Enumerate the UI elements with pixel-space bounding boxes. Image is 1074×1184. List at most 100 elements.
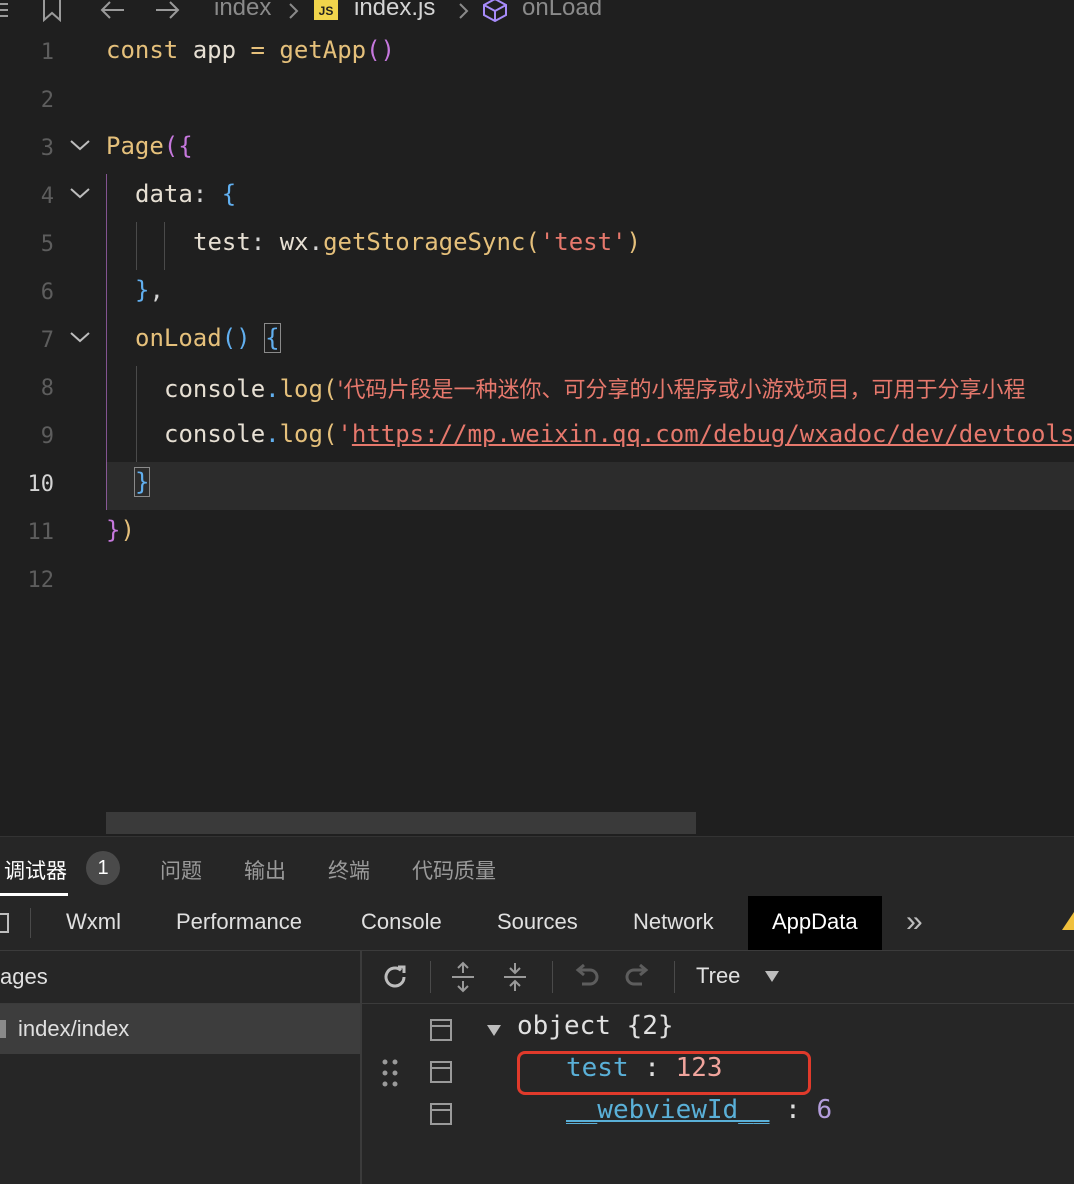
refresh-icon[interactable] bbox=[382, 964, 408, 990]
tab-output[interactable]: 输出 bbox=[244, 855, 286, 885]
line-number: 12 bbox=[27, 568, 55, 593]
tab-console[interactable]: Console bbox=[361, 896, 442, 950]
appdata-toolbar: Tree bbox=[362, 951, 1074, 1004]
tab-performance[interactable]: Performance bbox=[176, 896, 302, 950]
tree-key: __webviewId__ bbox=[566, 1095, 770, 1125]
tree-value[interactable]: 6 bbox=[816, 1095, 832, 1125]
tab-network[interactable]: Network bbox=[633, 896, 714, 950]
line-number: 3 bbox=[40, 136, 54, 161]
breadcrumb-file[interactable]: index.js bbox=[354, 0, 435, 22]
line-number: 4 bbox=[40, 184, 54, 209]
divider bbox=[552, 961, 553, 993]
fold-chevron-icon[interactable] bbox=[68, 134, 92, 158]
code-line: 11 }) bbox=[0, 510, 1074, 558]
warning-icon[interactable] bbox=[1062, 910, 1074, 932]
line-number: 6 bbox=[40, 280, 54, 305]
code-text: onLoad() { bbox=[135, 323, 281, 353]
tab-appdata[interactable]: AppData bbox=[748, 896, 882, 950]
expand-all-icon[interactable] bbox=[450, 961, 476, 993]
tab-terminal[interactable]: 终端 bbox=[328, 855, 370, 885]
url-link[interactable]: https://mp.weixin.qq.com/debug/wxadoc/de… bbox=[352, 420, 1074, 448]
line-number: 5 bbox=[40, 232, 54, 257]
expand-triangle-icon[interactable] bbox=[486, 1023, 502, 1037]
code-editor[interactable]: 1 const app = getApp() 2 3 Page({ 4 data… bbox=[0, 24, 1074, 836]
code-line: 7 onLoad() { bbox=[0, 318, 1074, 366]
page-icon bbox=[0, 1020, 6, 1038]
tree-entry: __webviewId__ : 6 bbox=[566, 1095, 833, 1125]
pages-header-label: ages bbox=[0, 964, 48, 989]
dropdown-arrow-icon[interactable] bbox=[764, 969, 780, 983]
code-line: 2 bbox=[0, 78, 1074, 126]
back-arrow-icon[interactable] bbox=[98, 0, 126, 20]
highlight-annotation-box bbox=[517, 1051, 811, 1095]
code-line: 10 } bbox=[0, 462, 1074, 510]
line-number: 9 bbox=[40, 424, 54, 449]
divider bbox=[30, 908, 31, 938]
code-line: 9 console.log('https://mp.weixin.qq.com/… bbox=[0, 414, 1074, 462]
code-text: test: wx.getStorageSync('test') bbox=[193, 228, 641, 256]
more-tabs-icon[interactable]: » bbox=[906, 896, 923, 950]
page-item-label: index/index bbox=[18, 1016, 130, 1041]
tab-problems[interactable]: 问题 bbox=[160, 855, 202, 885]
code-text: console.log('代码片段是一种迷你、可分享的小程序或小游戏项目，可用于… bbox=[164, 375, 1026, 403]
code-text: Page({ bbox=[106, 132, 193, 160]
panel-tabbar: 调试器 1 问题 输出 终端 代码质量 bbox=[0, 836, 1074, 897]
tree-row[interactable]: __webviewId__ : 6 bbox=[362, 1093, 1074, 1135]
debugger-count-badge: 1 bbox=[86, 851, 120, 885]
inspect-icon[interactable] bbox=[0, 910, 10, 936]
code-line: 1 const app = getApp() bbox=[0, 30, 1074, 78]
root-label: object {2} bbox=[517, 1011, 674, 1041]
line-number: 2 bbox=[40, 88, 54, 113]
code-text: data: { bbox=[135, 180, 237, 208]
code-line: 8 console.log('代码片段是一种迷你、可分享的小程序或小游戏项目，可… bbox=[0, 366, 1074, 414]
tree-row-root[interactable]: object {2} bbox=[362, 1009, 1074, 1051]
undo-icon[interactable] bbox=[572, 964, 600, 990]
code-line: 3 Page({ bbox=[0, 126, 1074, 174]
code-text: } bbox=[133, 467, 151, 497]
divider bbox=[674, 961, 675, 993]
view-mode-select[interactable]: Tree bbox=[696, 963, 740, 989]
pages-pane: ages index/index bbox=[0, 951, 362, 1184]
fold-chevron-icon[interactable] bbox=[68, 182, 92, 206]
forward-arrow-icon[interactable] bbox=[154, 0, 182, 20]
chevron-right-icon bbox=[459, 3, 469, 19]
breadcrumb: index JS index.js onLoad bbox=[0, 0, 1074, 24]
line-number: 8 bbox=[40, 376, 54, 401]
drag-handle-icon[interactable] bbox=[382, 1059, 398, 1087]
code-line: 4 data: { bbox=[0, 174, 1074, 222]
line-number: 11 bbox=[27, 520, 55, 545]
line-number: 1 bbox=[40, 40, 54, 65]
code-text: const app = getApp() bbox=[106, 36, 396, 64]
bookmark-icon[interactable] bbox=[40, 0, 64, 22]
row-edit-icon[interactable] bbox=[430, 1103, 452, 1125]
cube-symbol-icon bbox=[483, 0, 507, 22]
row-edit-icon[interactable] bbox=[430, 1019, 452, 1041]
appdata-pane: Tree object {2} test : 123 __webviewId__… bbox=[362, 951, 1074, 1184]
code-line: 5 test: wx.getStorageSync('test') bbox=[0, 222, 1074, 270]
line-number: 7 bbox=[40, 328, 54, 353]
redo-icon[interactable] bbox=[624, 964, 652, 990]
tab-code-quality[interactable]: 代码质量 bbox=[412, 855, 496, 885]
breadcrumb-symbol[interactable]: onLoad bbox=[522, 0, 602, 22]
horizontal-scrollbar[interactable] bbox=[106, 812, 696, 834]
hamburger-icon[interactable] bbox=[0, 0, 10, 20]
fold-chevron-icon[interactable] bbox=[68, 326, 92, 350]
row-edit-icon[interactable] bbox=[430, 1061, 452, 1083]
tab-sources[interactable]: Sources bbox=[497, 896, 578, 950]
tab-debugger[interactable]: 调试器 bbox=[4, 855, 67, 885]
code-line: 6 }, bbox=[0, 270, 1074, 318]
code-line: 12 bbox=[0, 558, 1074, 606]
chevron-right-icon bbox=[289, 3, 299, 19]
pages-header: ages bbox=[0, 951, 360, 1004]
collapse-all-icon[interactable] bbox=[502, 961, 528, 993]
code-text: }, bbox=[135, 276, 164, 304]
breadcrumb-folder[interactable]: index bbox=[214, 0, 271, 22]
js-file-icon: JS bbox=[314, 0, 338, 20]
tab-wxml[interactable]: Wxml bbox=[66, 896, 121, 950]
code-text: }) bbox=[106, 516, 135, 544]
divider bbox=[430, 961, 431, 993]
page-item[interactable]: index/index bbox=[0, 1004, 360, 1054]
devtools-tabbar: Wxml Performance Console Sources Network… bbox=[0, 896, 1074, 951]
line-number: 10 bbox=[27, 472, 55, 497]
code-text: console.log('https://mp.weixin.qq.com/de… bbox=[164, 420, 1074, 448]
